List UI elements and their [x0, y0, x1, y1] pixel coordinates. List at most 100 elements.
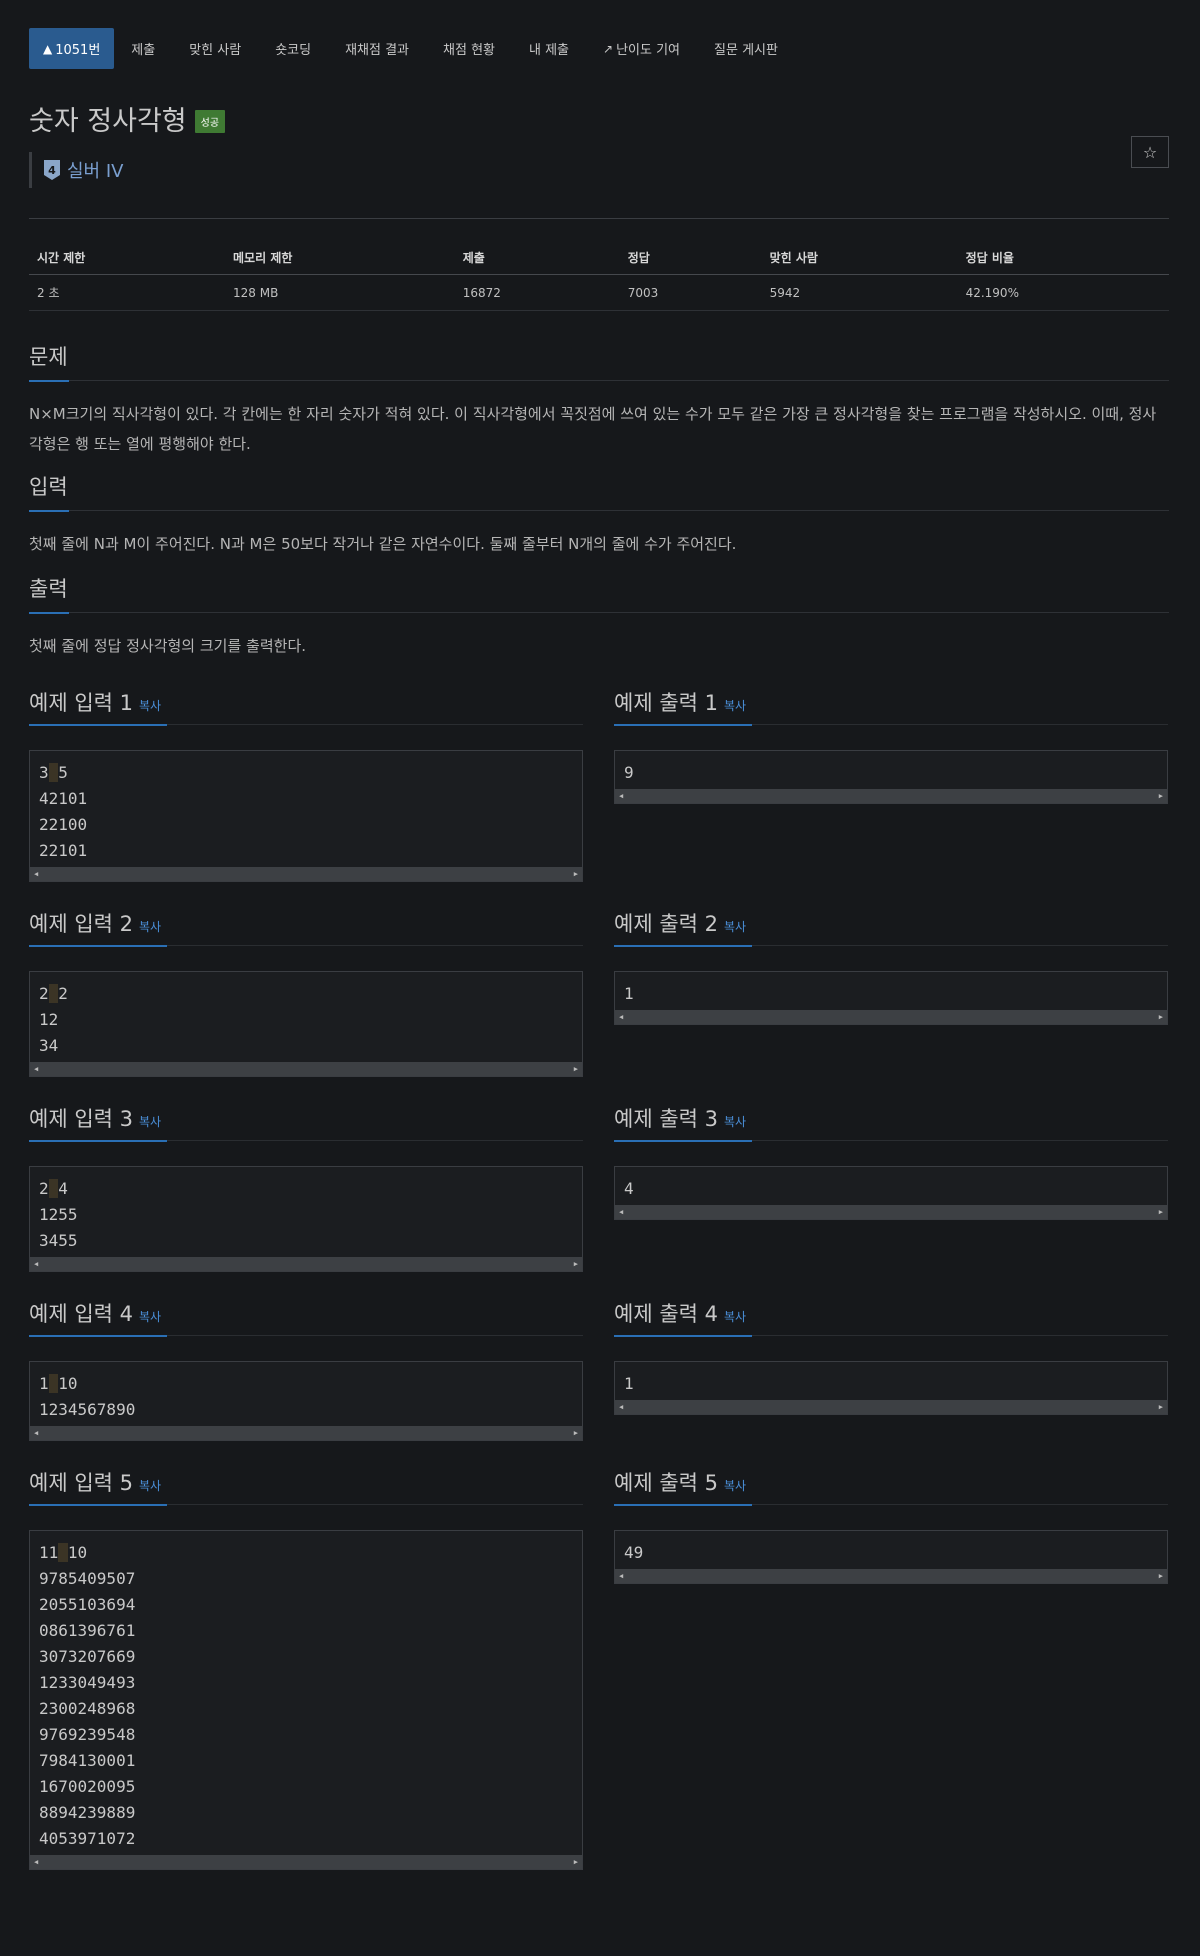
- scroll-left-icon[interactable]: ◀: [34, 867, 38, 881]
- scroll-left-icon[interactable]: ◀: [34, 1062, 38, 1076]
- copy-button[interactable]: 복사: [139, 920, 161, 934]
- scroll-right-icon[interactable]: ▶: [1159, 1010, 1163, 1024]
- tab-short-coding[interactable]: 숏코딩: [258, 28, 328, 69]
- code-line: 2 2: [39, 984, 68, 1003]
- horizontal-scrollbar[interactable]: ◀ ▶: [615, 1569, 1167, 1583]
- tab-solved-users[interactable]: 맞힌 사람: [172, 28, 258, 69]
- tab-label: 난이도 기여: [616, 43, 681, 58]
- code-line: 2300248968: [39, 1699, 136, 1718]
- horizontal-scrollbar[interactable]: ◀ ▶: [30, 1855, 582, 1869]
- code-line: 11 10: [39, 1543, 88, 1562]
- copy-button[interactable]: 복사: [724, 920, 746, 934]
- sample-output-box[interactable]: 4 ◀ ▶: [614, 1166, 1168, 1220]
- scroll-left-icon[interactable]: ◀: [34, 1257, 38, 1271]
- favorite-button[interactable]: ☆: [1131, 136, 1169, 168]
- tier-icon: ▲: [43, 41, 53, 56]
- stats-header: 시간 제한: [29, 241, 226, 275]
- copy-button[interactable]: 복사: [139, 699, 161, 713]
- code-line: 9785409507: [39, 1569, 136, 1588]
- tab-rejudge-results[interactable]: 재채점 결과: [328, 28, 426, 69]
- copy-button[interactable]: 복사: [724, 1310, 746, 1324]
- scroll-right-icon[interactable]: ▶: [1159, 1400, 1163, 1414]
- scroll-left-icon[interactable]: ◀: [619, 1569, 623, 1583]
- scroll-left-icon[interactable]: ◀: [619, 1205, 623, 1219]
- star-icon: ☆: [1142, 142, 1158, 162]
- stats-value: 2 초: [29, 274, 226, 311]
- tier-name[interactable]: 실버 IV: [67, 157, 123, 183]
- code-line: 1233049493: [39, 1673, 136, 1692]
- scroll-right-icon[interactable]: ▶: [574, 1257, 578, 1271]
- sample-row: 예제 입력 1 복사 3 5 42101 22100 22101 ◀ ▶ 예제 출력 1 복사 9 ◀…: [29, 661, 1169, 882]
- sample-input-box[interactable]: 1 10 1234567890 ◀ ▶: [29, 1361, 583, 1441]
- code-line: 12: [39, 1010, 59, 1029]
- code-line: 1670020095: [39, 1777, 136, 1796]
- copy-button[interactable]: 복사: [724, 1479, 746, 1493]
- sample-output-box[interactable]: 9 ◀ ▶: [614, 750, 1168, 804]
- code-line: 49: [624, 1543, 644, 1562]
- code-line: 22100: [39, 815, 88, 834]
- tab-problem[interactable]: ▲ 1051번: [29, 28, 115, 69]
- problem-page: ▲ 1051번 제출 맞힌 사람 숏코딩 재채점 결과 채점 현황 내 제출 ↗…: [29, 28, 1169, 1870]
- code-line: 9: [624, 763, 634, 782]
- problem-tabs: ▲ 1051번 제출 맞힌 사람 숏코딩 재채점 결과 채점 현황 내 제출 ↗…: [29, 28, 1169, 69]
- output-section-header: 출력: [29, 573, 1169, 614]
- tab-difficulty-contribution[interactable]: ↗ 난이도 기여: [586, 28, 697, 69]
- stats-header: 정답: [619, 241, 762, 275]
- sample-title: 예제 입력 3: [29, 1107, 133, 1131]
- copy-button[interactable]: 복사: [139, 1479, 161, 1493]
- code-line: 9769239548: [39, 1725, 136, 1744]
- scroll-left-icon[interactable]: ◀: [34, 1855, 38, 1869]
- horizontal-scrollbar[interactable]: ◀ ▶: [615, 789, 1167, 803]
- scroll-right-icon[interactable]: ▶: [574, 1855, 578, 1869]
- stats-header: 제출: [454, 241, 620, 275]
- sample-input-box[interactable]: 2 4 1255 3455 ◀ ▶: [29, 1166, 583, 1272]
- horizontal-scrollbar[interactable]: ◀ ▶: [615, 1400, 1167, 1414]
- tab-label: 재채점 결과: [345, 43, 410, 58]
- scroll-left-icon[interactable]: ◀: [34, 1426, 38, 1440]
- sample-input-box[interactable]: 3 5 42101 22100 22101 ◀ ▶: [29, 750, 583, 882]
- sample-output-box[interactable]: 1 ◀ ▶: [614, 971, 1168, 1025]
- copy-button[interactable]: 복사: [724, 699, 746, 713]
- sample-row: 예제 입력 3 복사 2 4 1255 3455 ◀ ▶ 예제 출력 3 복사 4 ◀ ▶: [29, 1077, 1169, 1272]
- horizontal-scrollbar[interactable]: ◀ ▶: [30, 1257, 582, 1271]
- sample-input-box[interactable]: 2 2 12 34 ◀ ▶: [29, 971, 583, 1077]
- horizontal-scrollbar[interactable]: ◀ ▶: [615, 1205, 1167, 1219]
- sample-output-box[interactable]: 49 ◀ ▶: [614, 1530, 1168, 1584]
- scroll-left-icon[interactable]: ◀: [619, 1400, 623, 1414]
- sample-row: 예제 입력 2 복사 2 2 12 34 ◀ ▶ 예제 출력 2 복사 1 ◀ ▶: [29, 882, 1169, 1077]
- tab-label: 내 제출: [529, 43, 570, 58]
- horizontal-scrollbar[interactable]: ◀ ▶: [30, 1426, 582, 1440]
- section-title: 출력: [29, 577, 68, 601]
- tab-question-board[interactable]: 질문 게시판: [697, 28, 795, 69]
- tab-submit[interactable]: 제출: [114, 28, 172, 69]
- sample-output-box[interactable]: 1 ◀ ▶: [614, 1361, 1168, 1415]
- sample-input-box[interactable]: 11 10 9785409507 2055103694 0861396761 30732…: [29, 1530, 583, 1870]
- tab-judge-status[interactable]: 채점 현황: [426, 28, 512, 69]
- status-badge: 성공: [194, 109, 226, 133]
- text-cursor: [48, 1374, 59, 1393]
- scroll-right-icon[interactable]: ▶: [574, 1426, 578, 1440]
- horizontal-scrollbar[interactable]: ◀ ▶: [615, 1010, 1167, 1024]
- input-description: 첫째 줄에 N과 M이 주어진다. N과 M은 50보다 작거나 같은 자연수이…: [29, 535, 737, 553]
- scroll-right-icon[interactable]: ▶: [574, 1062, 578, 1076]
- tab-my-submissions[interactable]: 내 제출: [512, 28, 586, 69]
- code-line: 1: [624, 984, 634, 1003]
- scroll-right-icon[interactable]: ▶: [1159, 1205, 1163, 1219]
- scroll-right-icon[interactable]: ▶: [1159, 1569, 1163, 1583]
- scroll-left-icon[interactable]: ◀: [619, 789, 623, 803]
- sample-header: 예제 입력 2 복사: [29, 908, 583, 947]
- sample-output-block: 예제 출력 1 복사 9 ◀ ▶: [614, 661, 1168, 882]
- scroll-left-icon[interactable]: ◀: [619, 1010, 623, 1024]
- code-line: 1234567890: [39, 1400, 136, 1419]
- copy-button[interactable]: 복사: [724, 1115, 746, 1129]
- horizontal-scrollbar[interactable]: ◀ ▶: [30, 867, 582, 881]
- copy-button[interactable]: 복사: [139, 1115, 161, 1129]
- stats-value: 16872: [454, 274, 620, 311]
- horizontal-scrollbar[interactable]: ◀ ▶: [30, 1062, 582, 1076]
- section-title: 입력: [29, 475, 68, 499]
- copy-button[interactable]: 복사: [139, 1310, 161, 1324]
- scroll-right-icon[interactable]: ▶: [1159, 789, 1163, 803]
- scroll-right-icon[interactable]: ▶: [574, 867, 578, 881]
- sample-title: 예제 입력 1: [29, 691, 133, 715]
- code-line: 3073207669: [39, 1647, 136, 1666]
